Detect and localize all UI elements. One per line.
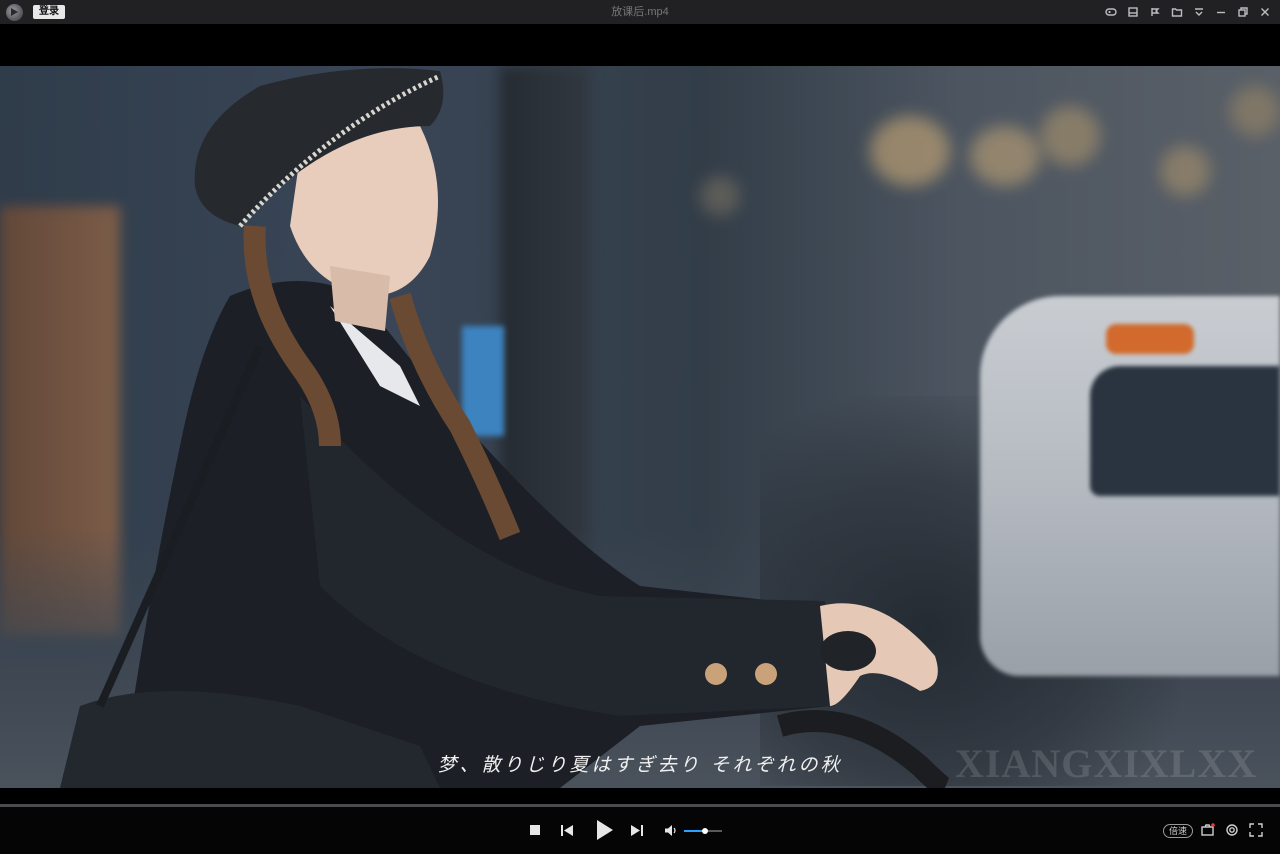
person-figure (60, 68, 951, 788)
volume-icon (665, 824, 676, 836)
fullscreen-icon (1249, 823, 1263, 837)
volume-slider[interactable] (684, 828, 722, 834)
settings-button[interactable] (1225, 823, 1239, 837)
window-title: 放课后.mp4 (611, 6, 669, 18)
speed-button[interactable]: 倍速 (1163, 824, 1194, 838)
menu-icon[interactable] (1192, 5, 1206, 19)
control-bar: 倍速 (0, 807, 1280, 854)
video-frame[interactable] (0, 66, 1280, 788)
gamepad-icon[interactable] (1104, 5, 1118, 19)
play-icon (597, 820, 613, 840)
subtitle-text: 梦、散りじり夏はすぎ去り それぞれの秋 (437, 754, 843, 776)
gear-icon (1226, 824, 1238, 836)
fullscreen-button[interactable] (1249, 823, 1263, 837)
volume-button[interactable] (664, 824, 678, 836)
previous-icon (561, 824, 573, 836)
play-button[interactable] (594, 820, 614, 840)
window-mode-icon[interactable] (1126, 5, 1140, 19)
restore-icon[interactable] (1236, 5, 1250, 19)
previous-button[interactable] (560, 824, 574, 836)
close-icon[interactable] (1258, 5, 1272, 19)
title-bar: 登录 放课后.mp4 (0, 0, 1280, 24)
volume-knob[interactable] (701, 828, 708, 834)
pin-icon[interactable] (1148, 5, 1162, 19)
login-button[interactable]: 登录 (33, 5, 65, 19)
next-button[interactable] (630, 824, 644, 836)
screenshot-icon (1201, 823, 1215, 836)
stop-icon (530, 825, 540, 835)
app-logo-icon[interactable] (6, 4, 23, 21)
folder-icon[interactable] (1170, 5, 1184, 19)
minimize-icon[interactable] (1214, 5, 1228, 19)
screenshot-button[interactable] (1201, 823, 1215, 837)
stop-button[interactable] (529, 824, 541, 836)
next-icon (631, 824, 643, 836)
video-area[interactable]: XIANGXIXLXX 梦、散りじり夏はすぎ去り それぞれの秋 (0, 24, 1280, 804)
